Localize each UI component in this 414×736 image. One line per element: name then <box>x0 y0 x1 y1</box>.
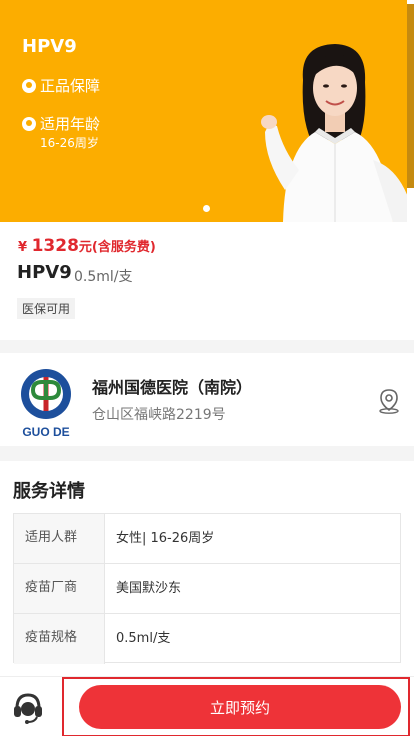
table-row: 疫苗规格 0.5ml/支 <box>14 614 400 664</box>
service-title: 服务详情 <box>13 481 85 502</box>
price: ¥ 1328元(含服务费) <box>18 236 156 256</box>
product-banner[interactable]: HPV9 正品保障 适用年龄 16-26周岁 <box>0 0 414 222</box>
hospital-logo: GUO DE <box>21 369 71 439</box>
table-row: 适用人群 女性| 16-26周岁 <box>14 514 400 564</box>
book-now-button[interactable]: 立即预约 <box>79 685 401 729</box>
row-value: 女性| 16-26周岁 <box>116 531 215 546</box>
row-value: 美国默沙东 <box>116 581 182 596</box>
product-spec: 0.5ml/支 <box>74 269 133 285</box>
price-value: 1328 <box>31 236 79 256</box>
table-row: 疫苗厂商 美国默沙东 <box>14 564 400 614</box>
customer-service-icon[interactable] <box>11 690 45 724</box>
hospital-name: 福州国德医院（南院） <box>92 378 253 397</box>
hospital-address: 仓山区福峡路2219号 <box>92 407 226 423</box>
carousel-indicator-dot[interactable] <box>203 205 210 212</box>
row-key: 适用人群 <box>14 514 105 563</box>
hospital-card[interactable]: GUO DE 福州国德医院（南院） 仓山区福峡路2219号 <box>0 353 414 446</box>
row-value: 0.5ml/支 <box>116 631 171 646</box>
feature-authentic-label: 正品保障 <box>40 77 101 95</box>
feature-authentic: 正品保障 <box>22 75 100 96</box>
service-table: 适用人群 女性| 16-26周岁 疫苗厂商 美国默沙东 疫苗规格 0.5ml/支 <box>13 513 401 664</box>
doctor-woman-illustration <box>261 44 407 222</box>
row-key: 疫苗厂商 <box>14 564 105 613</box>
price-symbol: ¥ <box>18 240 28 255</box>
hospital-logo-text: GUO DE <box>22 425 69 439</box>
service-details: 服务详情 适用人群 女性| 16-26周岁 疫苗厂商 美国默沙东 疫苗规格 0.… <box>0 461 414 676</box>
product-name: HPV9 <box>17 262 72 283</box>
feature-age-label: 适用年龄 <box>40 115 101 133</box>
price-note: 元(含服务费) <box>78 240 156 255</box>
bottom-action-bar: 立即预约 <box>0 676 414 736</box>
product-info: ¥ 1328元(含服务费) HPV9 0.5ml/支 医保可用 <box>0 222 414 340</box>
location-pin-icon[interactable] <box>378 388 400 414</box>
banner-slide: HPV9 正品保障 适用年龄 16-26周岁 <box>0 0 407 222</box>
row-key: 疫苗规格 <box>14 614 105 664</box>
banner-next-slide-edge <box>407 4 414 188</box>
age-range: 16-26周岁 <box>40 136 99 150</box>
banner-title: HPV9 <box>22 36 77 57</box>
feature-age: 适用年龄 <box>22 113 100 134</box>
check-badge-icon <box>22 78 36 93</box>
check-badge-icon <box>22 116 36 131</box>
insurance-tag: 医保可用 <box>17 298 76 319</box>
